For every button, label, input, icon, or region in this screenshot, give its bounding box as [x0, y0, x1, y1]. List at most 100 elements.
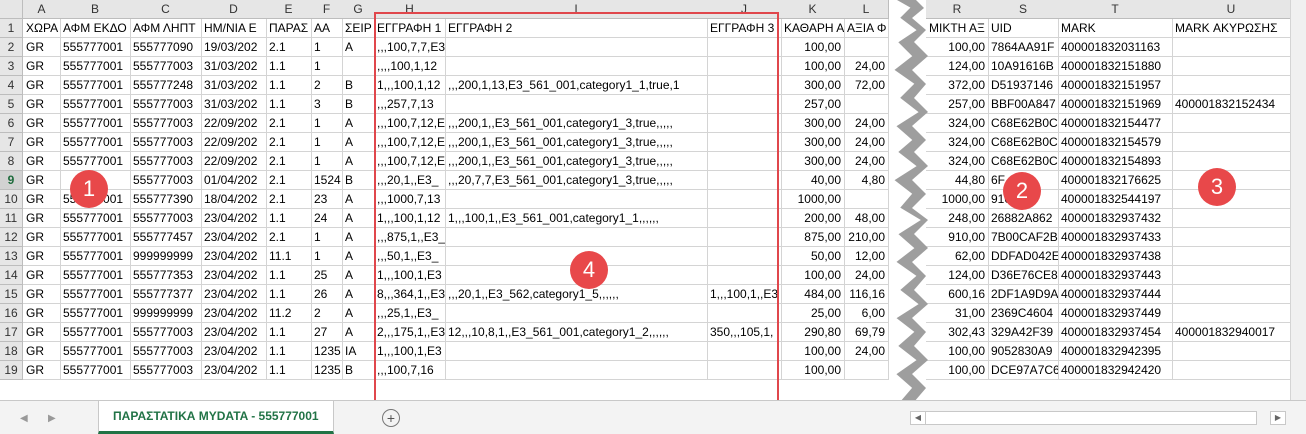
- table-cell[interactable]: 555777001: [60, 209, 131, 228]
- table-cell[interactable]: 24,00: [844, 152, 889, 171]
- table-cell[interactable]: 400001832031163: [1058, 38, 1173, 57]
- table-cell[interactable]: B: [342, 361, 375, 380]
- column-header-a[interactable]: A: [23, 0, 61, 19]
- table-cell[interactable]: 3: [311, 95, 343, 114]
- field-header-cell[interactable]: ΑΦΜ ΛΗΠΤ: [130, 19, 202, 38]
- table-cell[interactable]: 555777248: [130, 76, 202, 95]
- table-cell[interactable]: [1172, 114, 1291, 133]
- table-cell[interactable]: 40,00: [781, 171, 845, 190]
- table-cell[interactable]: 2.1: [266, 38, 312, 57]
- table-cell[interactable]: 31,00: [926, 304, 989, 323]
- table-cell[interactable]: 1,,,100,1,E3: [374, 266, 446, 285]
- table-cell[interactable]: [445, 361, 708, 380]
- table-cell[interactable]: [1172, 38, 1291, 57]
- table-cell[interactable]: GR: [23, 209, 61, 228]
- table-cell[interactable]: [707, 266, 782, 285]
- table-cell[interactable]: 8,,,364,1,,E3: [374, 285, 446, 304]
- field-header-cell[interactable]: ΜΙΚΤΗ ΑΞ: [926, 19, 989, 38]
- table-cell[interactable]: 100,00: [926, 38, 989, 57]
- table-cell[interactable]: 48,00: [844, 209, 889, 228]
- table-cell[interactable]: [445, 57, 708, 76]
- row-number[interactable]: 9: [0, 171, 23, 190]
- table-cell[interactable]: D36E76CE8: [988, 266, 1059, 285]
- table-cell[interactable]: 555777001: [60, 342, 131, 361]
- table-cell[interactable]: 484,00: [781, 285, 845, 304]
- column-header-s[interactable]: S: [988, 0, 1059, 19]
- table-cell[interactable]: BBF00A847: [988, 95, 1059, 114]
- table-cell[interactable]: 400001832942420: [1058, 361, 1173, 380]
- column-header-u[interactable]: U: [1172, 0, 1291, 19]
- table-cell[interactable]: 1: [311, 228, 343, 247]
- field-header-cell[interactable]: ΕΓΓΡΑΦΗ 2: [445, 19, 708, 38]
- table-cell[interactable]: 555777001: [60, 323, 131, 342]
- table-cell[interactable]: 400001832937449: [1058, 304, 1173, 323]
- row-number[interactable]: 6: [0, 114, 23, 133]
- table-cell[interactable]: 1.1: [266, 323, 312, 342]
- table-cell[interactable]: GR: [23, 95, 61, 114]
- field-header-cell[interactable]: ΕΓΓΡΑΦΗ 3: [707, 19, 782, 38]
- table-cell[interactable]: [1172, 76, 1291, 95]
- table-cell[interactable]: D51937146: [988, 76, 1059, 95]
- table-cell[interactable]: GR: [23, 266, 61, 285]
- table-cell[interactable]: 555777090: [130, 38, 202, 57]
- table-cell[interactable]: [707, 133, 782, 152]
- table-cell[interactable]: 2.1: [266, 152, 312, 171]
- table-cell[interactable]: 22/09/202: [201, 133, 267, 152]
- next-sheet-icon[interactable]: ▶: [48, 413, 56, 424]
- table-cell[interactable]: [1172, 209, 1291, 228]
- table-cell[interactable]: [342, 57, 375, 76]
- table-cell[interactable]: 555777001: [60, 304, 131, 323]
- table-cell[interactable]: A: [342, 209, 375, 228]
- table-cell[interactable]: 1000,00: [926, 190, 989, 209]
- table-cell[interactable]: 555777457: [130, 228, 202, 247]
- table-cell[interactable]: 18/04/202: [201, 190, 267, 209]
- table-cell[interactable]: 31/03/202: [201, 76, 267, 95]
- table-cell[interactable]: [844, 190, 889, 209]
- table-cell[interactable]: 555777001: [60, 95, 131, 114]
- table-cell[interactable]: 7B00CAF2B: [988, 228, 1059, 247]
- table-cell[interactable]: 1,,,100,1,12: [374, 76, 446, 95]
- table-cell[interactable]: ,,,25,1,,E3_: [374, 304, 446, 323]
- table-cell[interactable]: 23/04/202: [201, 342, 267, 361]
- table-cell[interactable]: GR: [23, 323, 61, 342]
- table-cell[interactable]: 999999999: [130, 304, 202, 323]
- table-cell[interactable]: 257,00: [781, 95, 845, 114]
- table-cell[interactable]: GR: [23, 247, 61, 266]
- table-cell[interactable]: 302,43: [926, 323, 989, 342]
- table-cell[interactable]: [445, 38, 708, 57]
- table-cell[interactable]: 400001832151880: [1058, 57, 1173, 76]
- field-header-cell[interactable]: ΑΞΙΑ Φ: [844, 19, 889, 38]
- table-cell[interactable]: A: [342, 247, 375, 266]
- table-cell[interactable]: 2.1: [266, 171, 312, 190]
- table-cell[interactable]: IA: [342, 342, 375, 361]
- table-cell[interactable]: 324,00: [926, 114, 989, 133]
- table-cell[interactable]: 24,00: [844, 57, 889, 76]
- field-header-cell[interactable]: ΑΦΜ ΕΚΔΟ: [60, 19, 131, 38]
- table-cell[interactable]: 400001832942395: [1058, 342, 1173, 361]
- table-cell[interactable]: [707, 171, 782, 190]
- table-cell[interactable]: ,,,,100,1,12: [374, 57, 446, 76]
- field-header-cell[interactable]: ΧΩΡΑ: [23, 19, 61, 38]
- table-cell[interactable]: C68E62B0C: [988, 133, 1059, 152]
- table-cell[interactable]: 62,00: [926, 247, 989, 266]
- table-cell[interactable]: 1: [311, 57, 343, 76]
- table-cell[interactable]: 24,00: [844, 266, 889, 285]
- table-cell[interactable]: 1.1: [266, 361, 312, 380]
- table-cell[interactable]: [707, 114, 782, 133]
- table-cell[interactable]: ,,,200,1,,E3_561_001,category1_3,true,,,…: [445, 114, 708, 133]
- table-cell[interactable]: 555777001: [60, 114, 131, 133]
- table-cell[interactable]: 555777003: [130, 171, 202, 190]
- table-cell[interactable]: 24,00: [844, 342, 889, 361]
- table-cell[interactable]: 999999999: [130, 247, 202, 266]
- column-header-k[interactable]: K: [781, 0, 845, 19]
- table-cell[interactable]: 23/04/202: [201, 361, 267, 380]
- table-cell[interactable]: ,,,100,7,12,E: [374, 133, 446, 152]
- table-cell[interactable]: 72,00: [844, 76, 889, 95]
- table-cell[interactable]: 44,80: [926, 171, 989, 190]
- column-header-f[interactable]: F: [311, 0, 343, 19]
- table-cell[interactable]: 1.1: [266, 209, 312, 228]
- table-cell[interactable]: 23/04/202: [201, 304, 267, 323]
- table-cell[interactable]: A: [342, 323, 375, 342]
- table-cell[interactable]: 2.1: [266, 133, 312, 152]
- table-cell[interactable]: 350,,,105,1,: [707, 323, 782, 342]
